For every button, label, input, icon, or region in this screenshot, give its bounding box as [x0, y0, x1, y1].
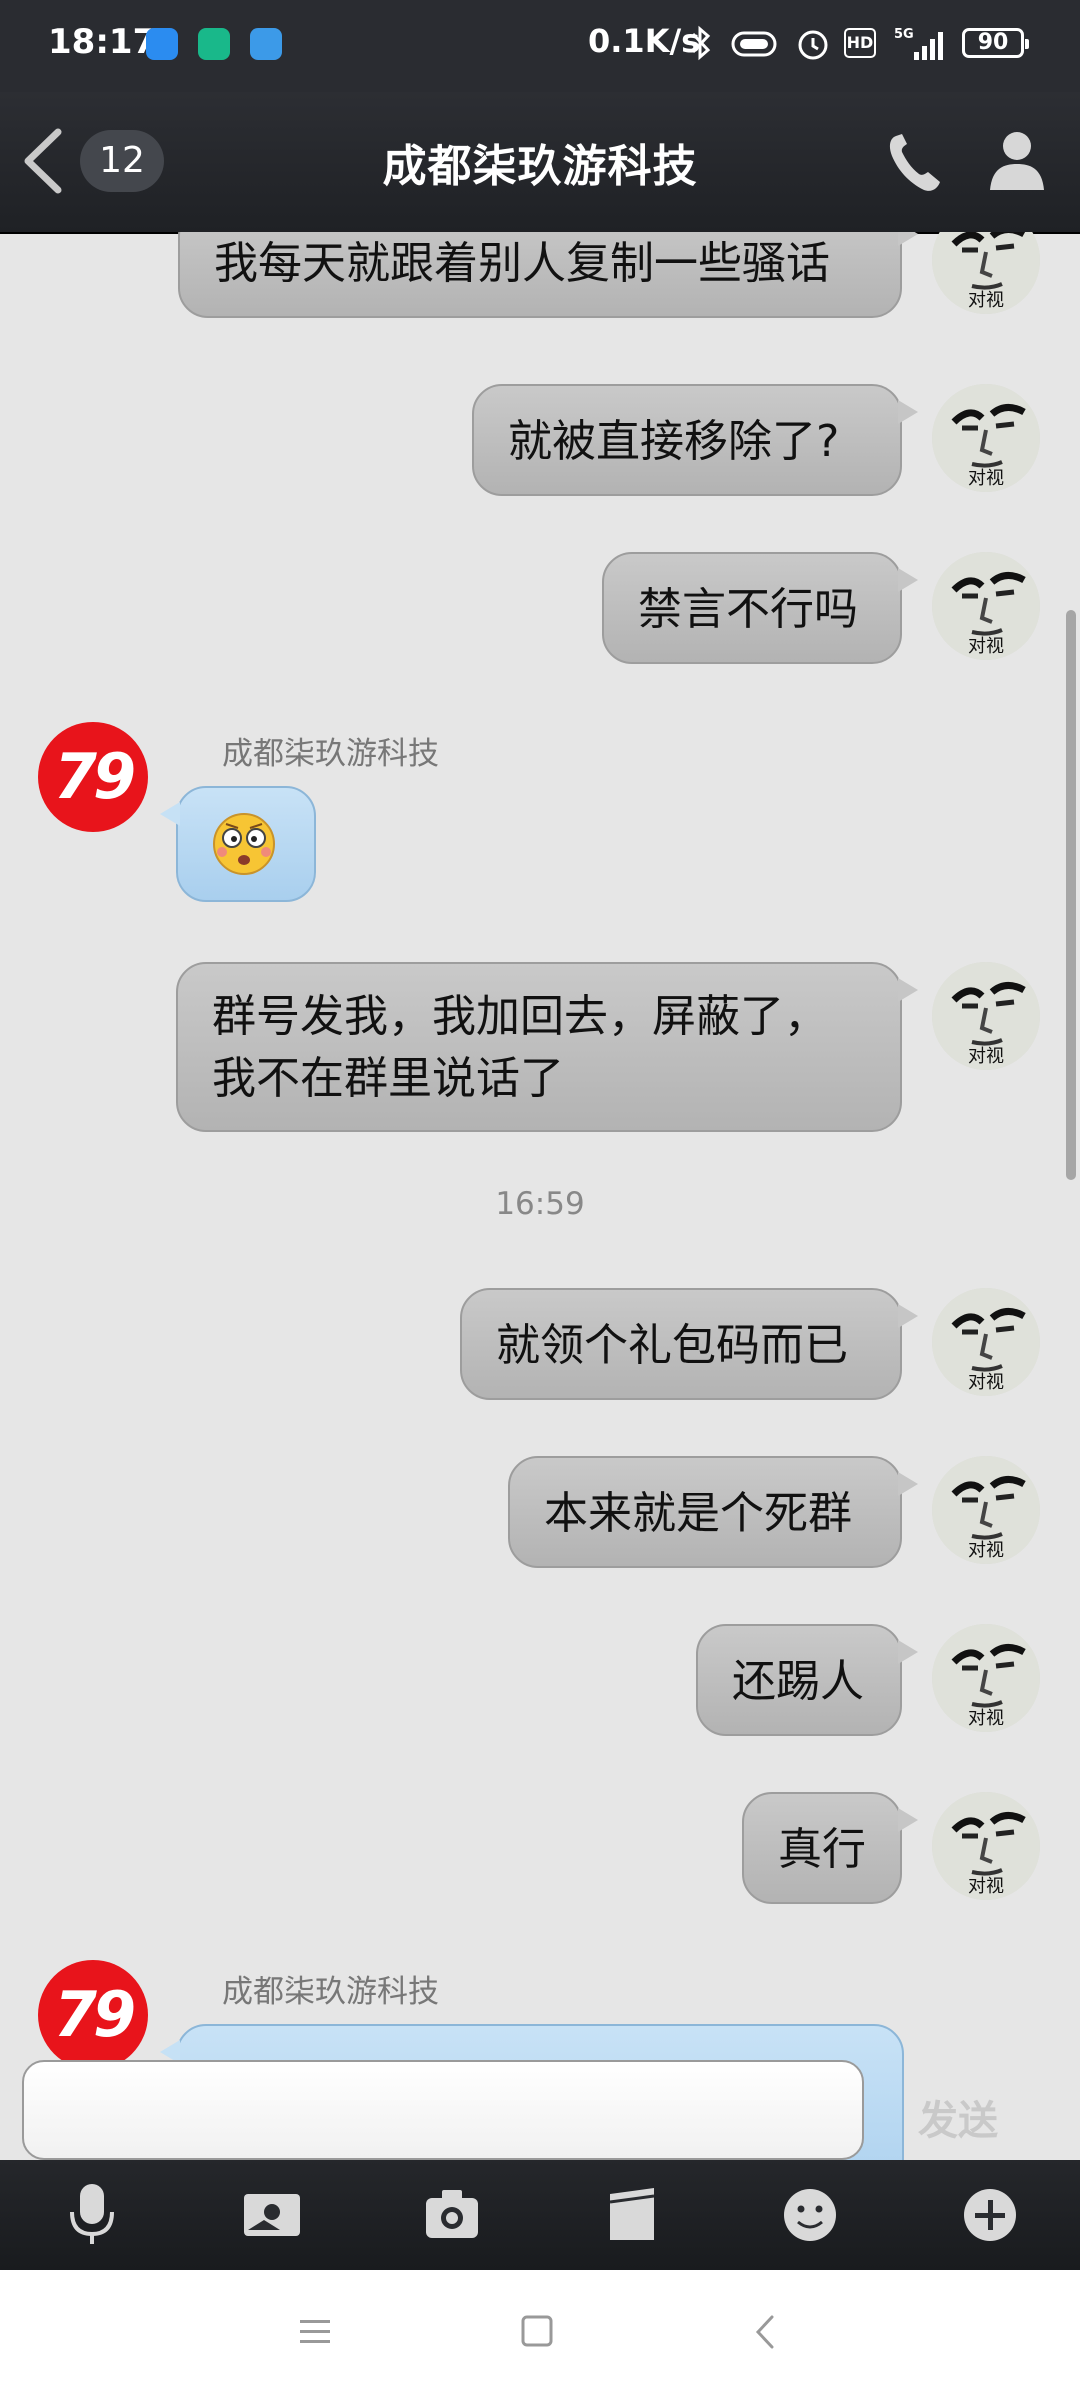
outgoing-message-bubble[interactable]: 就领个礼包码而已	[460, 1288, 918, 1400]
my-avatar[interactable]: 对视	[932, 1456, 1040, 1564]
bird-notification-icon	[250, 28, 282, 60]
my-avatar[interactable]: 对视	[932, 232, 1040, 314]
bluetooth-icon	[688, 24, 714, 66]
my-avatar[interactable]: 对视	[932, 1288, 1040, 1396]
my-avatar[interactable]: 对视	[932, 962, 1040, 1070]
menu-icon	[300, 2320, 330, 2343]
plus-icon	[964, 2189, 1016, 2241]
flustered-emoji-icon	[213, 813, 275, 875]
message-text-line: 我不在群里说话了	[212, 1053, 564, 1104]
home-button[interactable]	[518, 2312, 558, 2356]
avatar-caption: 对视	[968, 1540, 1004, 1561]
battery-indicator: 90	[962, 28, 1029, 58]
face-avatar-image: 对视	[932, 1288, 1040, 1396]
chat-header: 12 成都柒玖游科技	[0, 92, 1080, 234]
avatar-caption: 对视	[968, 1708, 1004, 1729]
system-back-button[interactable]	[746, 2312, 786, 2356]
input-toolbar	[0, 2160, 1080, 2270]
outgoing-message-bubble[interactable]: 群号发我，我加回去，屏蔽了， 我不在群里说话了	[176, 962, 918, 1132]
browser-notification-icon	[146, 28, 178, 60]
avatar-caption: 对视	[968, 468, 1004, 489]
face-avatar-image: 对视	[932, 552, 1040, 660]
chat-message-list[interactable]: 我每天就跟着别人复制一些骚话 对视 就被直接移除了? 对视 禁言不行吗 对视 7…	[0, 232, 1080, 2160]
contact-avatar[interactable]: 79	[38, 722, 148, 832]
emoji-button[interactable]	[772, 2180, 848, 2250]
face-avatar-image: 对视	[932, 384, 1040, 492]
camera-button[interactable]	[414, 2180, 490, 2250]
sender-name: 成都柒玖游科技	[222, 736, 439, 772]
network-speed: 0.1K/s	[588, 22, 701, 60]
message-input-bar: 发送	[0, 2040, 1080, 2160]
outgoing-message-bubble[interactable]: 禁言不行吗	[602, 552, 918, 664]
incoming-message-bubble[interactable]	[160, 786, 316, 902]
recent-apps-button[interactable]	[296, 2312, 336, 2356]
message-text: 我每天就跟着别人复制一些骚话	[214, 238, 830, 289]
picture-icon	[244, 2194, 300, 2236]
outgoing-message-bubble[interactable]: 我每天就跟着别人复制一些骚话	[178, 232, 918, 318]
outgoing-message-bubble[interactable]: 本来就是个死群	[508, 1456, 918, 1568]
signal-type-label: 5G	[894, 27, 914, 42]
system-navigation-bar	[0, 2270, 1080, 2400]
smiley-icon	[784, 2189, 836, 2241]
face-avatar-image: 对视	[932, 1624, 1040, 1732]
alarm-icon	[794, 24, 832, 66]
voice-input-button[interactable]	[54, 2180, 130, 2250]
my-avatar[interactable]: 对视	[932, 552, 1040, 660]
message-text: 本来就是个死群	[544, 1488, 852, 1539]
message-text: 禁言不行吗	[638, 584, 858, 635]
hd-icon: HD	[844, 28, 876, 58]
outgoing-message-bubble[interactable]: 就被直接移除了?	[472, 384, 918, 496]
outgoing-message-bubble[interactable]: 还踢人	[696, 1624, 918, 1736]
my-avatar[interactable]: 对视	[932, 1792, 1040, 1900]
vibrate-icon	[730, 30, 778, 62]
message-text: 还踢人	[732, 1656, 864, 1707]
photo-album-button[interactable]	[234, 2180, 310, 2250]
file-button[interactable]	[594, 2180, 670, 2250]
back-triangle-icon	[755, 2315, 774, 2349]
status-bar: 18:17 0.1K/s HD 5G 90	[0, 0, 1080, 92]
message-text: 就被直接移除了?	[508, 416, 840, 467]
avatar-caption: 对视	[968, 290, 1004, 311]
phone-icon	[889, 134, 940, 191]
avatar-caption: 对视	[968, 636, 1004, 657]
my-avatar[interactable]: 对视	[932, 1624, 1040, 1732]
person-icon	[990, 132, 1044, 190]
chat-scrollbar[interactable]	[1066, 610, 1076, 1180]
avatar-caption: 对视	[968, 1046, 1004, 1067]
shield-notification-icon	[198, 28, 230, 60]
status-time: 18:17	[48, 22, 157, 62]
voice-call-button[interactable]	[884, 130, 944, 194]
more-options-button[interactable]	[952, 2180, 1028, 2250]
face-avatar-image: 对视	[932, 1456, 1040, 1564]
my-avatar[interactable]: 对视	[932, 384, 1040, 492]
contact-profile-button[interactable]	[986, 128, 1048, 194]
message-text: 就领个礼包码而已	[496, 1320, 848, 1371]
message-input[interactable]	[22, 2060, 864, 2160]
signal-icon: 5G	[892, 24, 948, 66]
avatar-caption: 对视	[968, 1876, 1004, 1897]
message-timestamp: 16:59	[495, 1186, 585, 1222]
send-button[interactable]: 发送	[918, 2088, 998, 2146]
square-home-icon	[521, 2315, 553, 2347]
message-text-line: 群号发我，我加回去，屏蔽了，	[212, 991, 828, 1042]
avatar-caption: 对视	[968, 1372, 1004, 1393]
camera-icon	[426, 2190, 478, 2238]
face-avatar-image: 对视	[932, 1792, 1040, 1900]
face-avatar-image: 对视	[932, 232, 1040, 314]
microphone-icon	[70, 2184, 114, 2244]
folder-icon	[609, 2188, 655, 2240]
outgoing-message-bubble[interactable]: 真行	[742, 1792, 918, 1904]
sender-name: 成都柒玖游科技	[222, 1974, 439, 2010]
face-avatar-image: 对视	[932, 962, 1040, 1070]
message-text: 真行	[778, 1824, 866, 1875]
